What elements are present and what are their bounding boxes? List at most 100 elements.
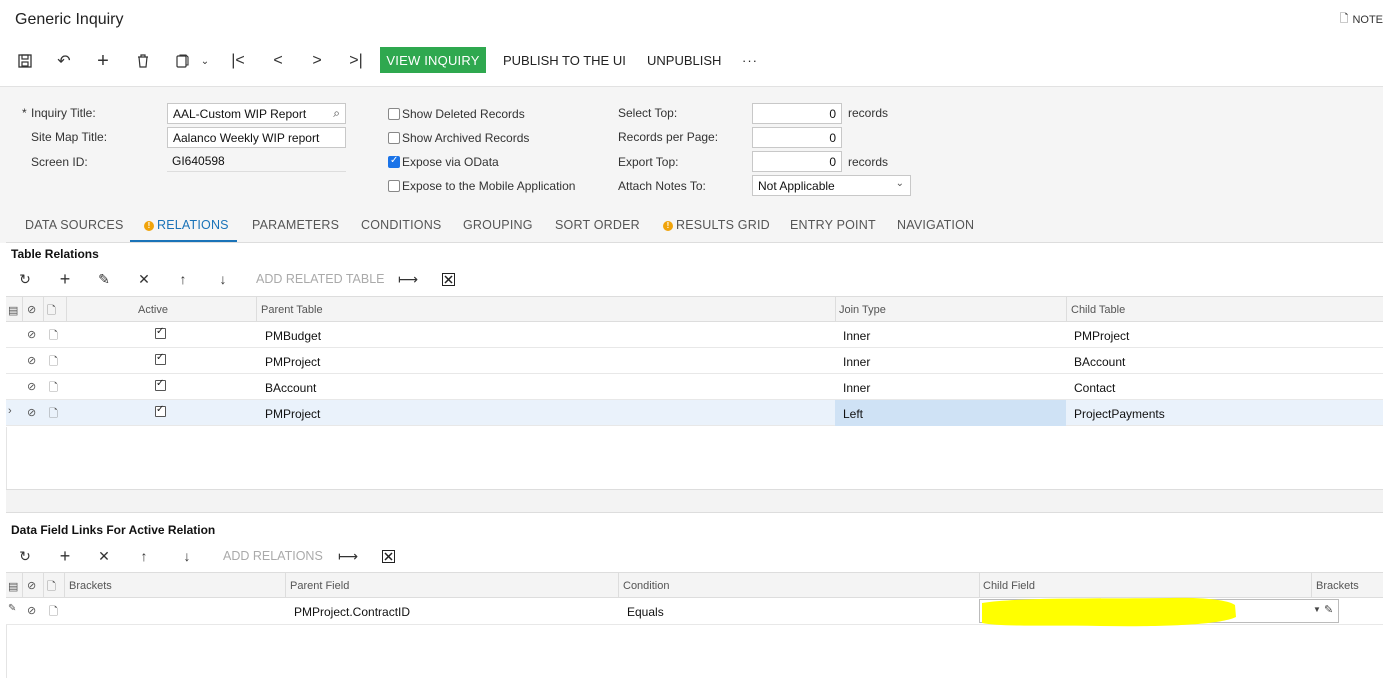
delete-icon[interactable]: [133, 52, 153, 70]
search-icon[interactable]: ⌕: [333, 106, 340, 121]
add-related-table-button[interactable]: ADD RELATED TABLE: [256, 272, 385, 286]
tab-relations[interactable]: ! RELATIONS: [144, 218, 229, 232]
chevron-down-icon[interactable]: ▼: [1313, 605, 1321, 614]
undo-icon[interactable]: ↶: [54, 52, 74, 70]
attachment-icon[interactable]: ⊘: [27, 604, 36, 617]
condition-cell[interactable]: Equals: [627, 605, 664, 619]
add-icon[interactable]: +: [93, 50, 113, 72]
unpublish-button[interactable]: UNPUBLISH: [647, 53, 721, 68]
fit-columns-icon[interactable]: ⟼: [398, 270, 418, 288]
add-row-icon[interactable]: +: [55, 269, 75, 289]
attachment-icon[interactable]: ⊘: [27, 380, 36, 393]
move-down-icon[interactable]: ↓: [213, 270, 233, 288]
tab-data-sources[interactable]: DATA SOURCES: [25, 218, 123, 232]
delete-row-icon[interactable]: ✕: [94, 547, 114, 565]
site-map-title-field[interactable]: Aalanco Weekly WIP report: [167, 127, 346, 148]
table-relations-title: Table Relations: [11, 247, 99, 261]
select-top-field[interactable]: 0: [752, 103, 842, 124]
note-icon[interactable]: 🗋: [49, 379, 58, 398]
notes-button[interactable]: 🗋 NOTE: [1340, 10, 1383, 29]
table-row[interactable]: ⊘ 🗋 BAccount Inner Contact: [6, 374, 1383, 400]
column-header-brackets[interactable]: Brackets: [69, 580, 112, 592]
column-header-condition[interactable]: Condition: [623, 580, 669, 592]
note-icon[interactable]: 🗋: [49, 327, 58, 346]
attachment-icon[interactable]: ⊘: [27, 328, 36, 341]
previous-record-icon[interactable]: <: [268, 52, 288, 70]
join-type-cell[interactable]: Inner: [843, 329, 870, 343]
attach-notes-select[interactable]: Not Applicable ⌄: [752, 175, 911, 196]
active-checkbox[interactable]: [155, 404, 166, 417]
parent-table-cell[interactable]: PMProject: [265, 407, 320, 421]
next-record-icon[interactable]: >: [307, 52, 327, 70]
child-table-cell[interactable]: Contact: [1074, 381, 1115, 395]
show-archived-checkbox[interactable]: [388, 132, 400, 144]
export-excel-icon[interactable]: [378, 547, 398, 565]
table-row[interactable]: ⊘ 🗋 PMProject Inner BAccount: [6, 348, 1383, 374]
table-row[interactable]: › ⊘ 🗋 PMProject Left ProjectPayments: [6, 400, 1383, 426]
note-icon[interactable]: 🗋: [49, 603, 58, 622]
more-options-button[interactable]: ···: [742, 53, 758, 68]
attachment-icon: ⊘: [27, 304, 37, 316]
last-record-icon[interactable]: >|: [346, 52, 366, 70]
child-field-editor[interactable]: ▼ ✎: [979, 597, 1339, 627]
fit-columns-icon[interactable]: ⟼: [338, 547, 358, 565]
chevron-down-icon[interactable]: ⌄: [195, 52, 215, 70]
tab-sort-order[interactable]: SORT ORDER: [555, 218, 640, 232]
inquiry-title-field[interactable]: AAL-Custom WIP Report ⌕: [167, 103, 346, 124]
column-header-parent-field[interactable]: Parent Field: [290, 580, 349, 592]
expose-mobile-checkbox[interactable]: [388, 180, 400, 192]
tab-conditions[interactable]: CONDITIONS: [361, 218, 441, 232]
export-excel-icon[interactable]: [438, 270, 458, 288]
table-row[interactable]: ⊘ 🗋 PMBudget Inner PMProject: [6, 322, 1383, 348]
join-type-cell[interactable]: Left: [843, 407, 863, 421]
move-up-icon[interactable]: ↑: [134, 547, 154, 565]
add-relations-button[interactable]: ADD RELATIONS: [223, 549, 323, 563]
show-deleted-checkbox[interactable]: [388, 108, 400, 120]
tab-parameters[interactable]: PARAMETERS: [252, 218, 339, 232]
expose-odata-checkbox[interactable]: [388, 155, 400, 168]
tab-entry-point[interactable]: ENTRY POINT: [790, 218, 876, 232]
active-checkbox[interactable]: [155, 326, 166, 339]
child-table-cell[interactable]: ProjectPayments: [1074, 407, 1165, 421]
records-per-page-field[interactable]: 0: [752, 127, 842, 148]
delete-row-icon[interactable]: ✕: [134, 270, 154, 288]
tab-results-grid[interactable]: ! RESULTS GRID: [663, 218, 770, 232]
column-header-parent-table[interactable]: Parent Table: [261, 304, 323, 316]
column-header-child-field[interactable]: Child Field: [983, 580, 1035, 592]
refresh-icon[interactable]: ↻: [15, 547, 35, 565]
parent-table-cell[interactable]: PMBudget: [265, 329, 321, 343]
refresh-icon[interactable]: ↻: [15, 270, 35, 288]
view-inquiry-button[interactable]: VIEW INQUIRY: [380, 47, 486, 73]
move-down-icon[interactable]: ↓: [177, 547, 197, 565]
table-row[interactable]: ✎ ⊘ 🗋 PMProject.ContractID Equals ▼ ✎: [6, 597, 1383, 627]
parent-field-cell[interactable]: PMProject.ContractID: [294, 605, 410, 619]
copy-paste-icon[interactable]: [172, 52, 192, 70]
save-icon[interactable]: [15, 52, 35, 70]
move-up-icon[interactable]: ↑: [173, 270, 193, 288]
note-icon[interactable]: 🗋: [49, 405, 58, 424]
column-header-active[interactable]: Active: [138, 304, 168, 316]
tab-navigation[interactable]: NAVIGATION: [897, 218, 974, 232]
add-row-icon[interactable]: +: [55, 546, 75, 566]
join-type-cell[interactable]: Inner: [843, 381, 870, 395]
first-record-icon[interactable]: |<: [228, 52, 248, 70]
edit-icon[interactable]: ✎: [1324, 603, 1333, 616]
child-table-cell[interactable]: BAccount: [1074, 355, 1125, 369]
parent-table-cell[interactable]: PMProject: [265, 355, 320, 369]
edit-icon[interactable]: ✎: [94, 270, 114, 288]
active-checkbox[interactable]: [155, 352, 166, 365]
join-type-cell[interactable]: Inner: [843, 355, 870, 369]
splitter[interactable]: [6, 489, 1383, 513]
attachment-icon[interactable]: ⊘: [27, 354, 36, 367]
export-top-field[interactable]: 0: [752, 151, 842, 172]
tab-grouping[interactable]: GROUPING: [463, 218, 533, 232]
column-header-brackets-close[interactable]: Brackets: [1316, 580, 1359, 592]
publish-button[interactable]: PUBLISH TO THE UI: [503, 53, 626, 68]
note-icon[interactable]: 🗋: [49, 353, 58, 372]
active-checkbox[interactable]: [155, 378, 166, 391]
column-header-child-table[interactable]: Child Table: [1071, 304, 1125, 316]
column-header-join-type[interactable]: Join Type: [839, 304, 886, 316]
parent-table-cell[interactable]: BAccount: [265, 381, 316, 395]
child-table-cell[interactable]: PMProject: [1074, 329, 1129, 343]
attachment-icon[interactable]: ⊘: [27, 406, 36, 419]
